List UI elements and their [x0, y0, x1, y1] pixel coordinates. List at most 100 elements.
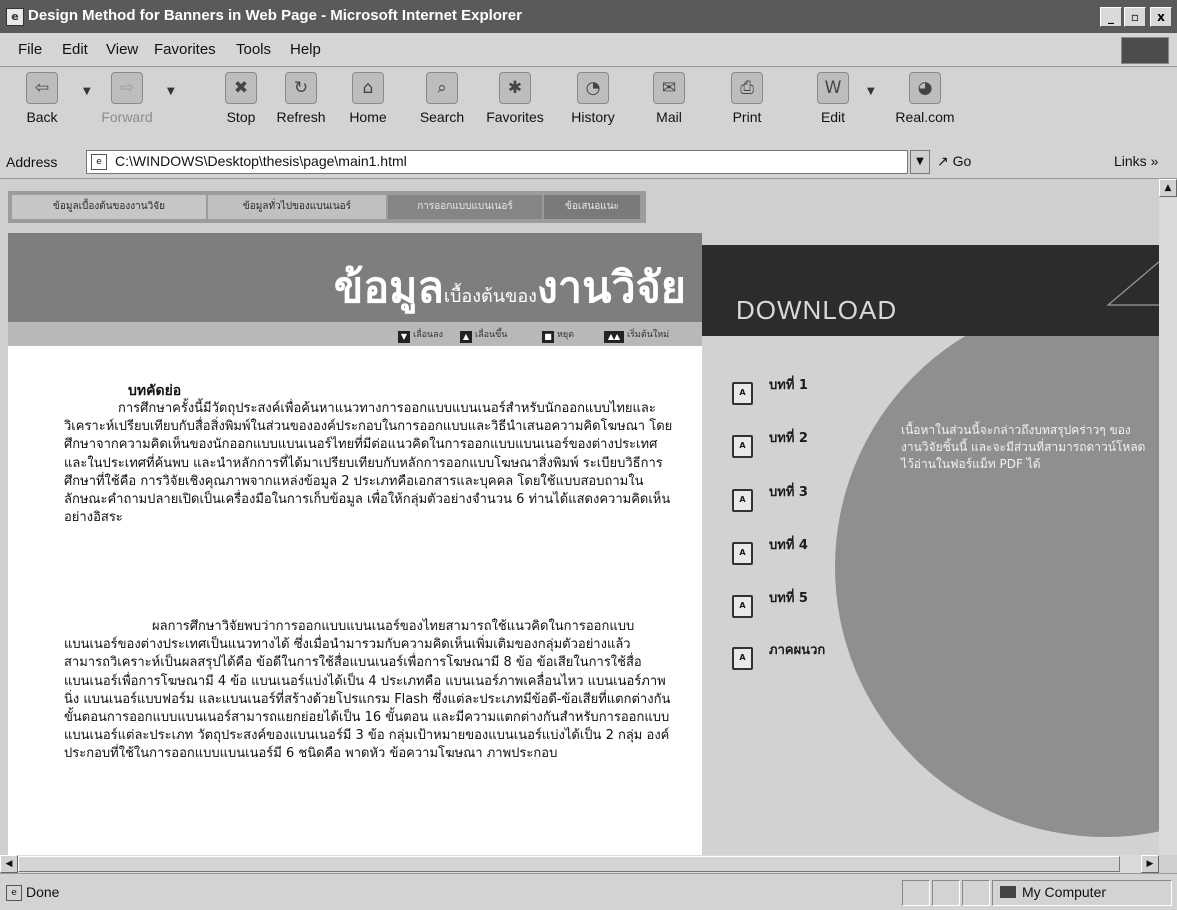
favorites-icon: ✱: [499, 72, 531, 104]
links-button[interactable]: Links »: [1114, 153, 1158, 169]
real-com-button[interactable]: ◕ Real.com: [880, 72, 970, 125]
vertical-scrollbar[interactable]: ▲: [1159, 179, 1177, 855]
abstract-paragraph-1: การศึกษาครั้งนี้มีวัตถุประสงค์เพื่อค้นหา…: [64, 401, 673, 526]
pdf-file-icon: A: [732, 542, 753, 565]
status-cell: [932, 880, 960, 906]
back-button[interactable]: ⇦ Back: [14, 72, 70, 125]
pdf-file-icon: A: [732, 595, 753, 618]
title-bar: e Design Method for Banners in Web Page …: [0, 0, 1177, 33]
scroll-controls: ▼ เลื่อนลง ▲ เลื่อนขึ้น ■ หยุด ▲▲ เริ่มต้นให…: [8, 322, 702, 346]
security-zone: My Computer: [1000, 884, 1106, 900]
double-up-arrow-icon: ▲▲: [604, 331, 624, 343]
forward-arrow-icon: ⇨: [111, 72, 143, 104]
pdf-file-icon: A: [732, 435, 753, 458]
abstract-heading: บทคัดย่อ: [128, 383, 182, 399]
close-button[interactable]: x: [1150, 7, 1172, 27]
download-chapter-4[interactable]: A บทที่ 4: [732, 534, 808, 565]
pdf-file-icon: A: [732, 382, 753, 405]
go-arrow-icon: ↗: [937, 153, 953, 169]
download-panel: DOWNLOAD A บทที่ 1 A บทที่ 2 A บทที่ 3 A บทท…: [702, 245, 1159, 855]
standard-toolbar: ⇦ Back ▼ ⇨ Forward ▼ ✖ Stop ↻ Refresh ⌂ …: [0, 67, 1177, 147]
edit-button[interactable]: W Edit: [808, 72, 858, 125]
stop-icon: ✖: [225, 72, 257, 104]
horizontal-scrollbar[interactable]: ◀ ▶: [0, 855, 1159, 873]
edit-icon: W: [817, 72, 849, 104]
download-appendix[interactable]: A ภาคผนวก: [732, 639, 825, 670]
search-button[interactable]: ⌕ Search: [404, 72, 480, 125]
mail-button[interactable]: ✉ Mail: [644, 72, 694, 125]
download-chapter-1[interactable]: A บทที่ 1: [732, 374, 808, 405]
page-icon: e: [91, 154, 107, 170]
menu-edit[interactable]: Edit: [62, 41, 88, 58]
scroll-restart-button[interactable]: ▲▲ เริ่มต้นใหม่: [604, 327, 669, 343]
menu-view[interactable]: View: [106, 41, 138, 58]
scroll-down-button[interactable]: ▼ เลื่อนลง: [398, 327, 443, 343]
banner-title: ข้อมูลเบื้องต้นของงานวิจัย: [333, 263, 686, 313]
scroll-up-button[interactable]: ▲ เลื่อนขึ้น: [460, 327, 507, 343]
address-bar: Address e C:\WINDOWS\Desktop\thesis\page…: [0, 146, 1177, 179]
down-arrow-icon: ▼: [398, 331, 410, 343]
print-button[interactable]: ⎙ Print: [722, 72, 772, 125]
pdf-file-icon: A: [732, 647, 753, 670]
up-arrow-icon: ▲: [460, 331, 472, 343]
download-chapter-3[interactable]: A บทที่ 3: [732, 481, 808, 512]
maximize-button[interactable]: ▫: [1124, 7, 1146, 27]
site-navigation: ข้อมูลเบื้องต้นของงานวิจัย ข้อมูลทั่วไปข…: [8, 191, 646, 223]
go-button[interactable]: ↗ Go: [937, 153, 971, 170]
page-viewport[interactable]: ข้อมูลเบื้องต้นของงานวิจัย ข้อมูลทั่วไปข…: [0, 179, 1159, 855]
favorites-button[interactable]: ✱ Favorites: [478, 72, 552, 125]
menu-bar: File Edit View Favorites Tools Help: [0, 33, 1177, 67]
menu-file[interactable]: File: [18, 41, 42, 58]
decorative-triangle-icon: [1106, 261, 1159, 306]
stop-square-icon: ■: [542, 331, 554, 343]
abstract-paragraph-2: ผลการศึกษาวิจัยพบว่าการออกแบบแบนเนอร์ของ…: [64, 619, 671, 762]
windows-logo-icon: [1121, 37, 1169, 64]
ie-app-icon[interactable]: e: [6, 8, 24, 26]
download-chapter-2[interactable]: A บทที่ 2: [732, 427, 808, 458]
page-status-icon: e: [6, 885, 22, 901]
menu-help[interactable]: Help: [290, 41, 321, 58]
scroll-left-arrow-icon[interactable]: ◀: [0, 855, 18, 873]
decorative-circle: [835, 297, 1159, 837]
menu-tools[interactable]: Tools: [236, 41, 271, 58]
real-com-icon: ◕: [909, 72, 941, 104]
address-label: Address: [6, 154, 58, 170]
computer-icon: [1000, 886, 1016, 898]
nav-tab-banner-info[interactable]: ข้อมูลทั่วไปของแบนเนอร์: [208, 195, 386, 219]
download-chapter-5[interactable]: A บทที่ 5: [732, 587, 808, 618]
nav-tab-suggestions[interactable]: ข้อเสนอแนะ: [544, 195, 640, 219]
scroll-stop-button[interactable]: ■ หยุด: [542, 327, 574, 343]
window-title: Design Method for Banners in Web Page - …: [28, 7, 522, 24]
abstract-panel: บทคัดย่อ การศึกษาครั้งนี้มีวัตถุประสงค์เ…: [8, 346, 702, 855]
browser-window: e Design Method for Banners in Web Page …: [0, 0, 1177, 910]
minimize-button[interactable]: _: [1100, 7, 1122, 27]
menu-favorites[interactable]: Favorites: [154, 41, 216, 58]
address-url: C:\WINDOWS\Desktop\thesis\page\main1.htm…: [115, 153, 407, 169]
home-button[interactable]: ⌂ Home: [340, 72, 396, 125]
stop-button[interactable]: ✖ Stop: [216, 72, 266, 125]
page-banner: ข้อมูลเบื้องต้นของงานวิจัย: [8, 233, 702, 322]
forward-button[interactable]: ⇨ Forward: [94, 72, 160, 125]
pdf-file-icon: A: [732, 489, 753, 512]
status-cell: [902, 880, 930, 906]
history-button[interactable]: ◔ History: [560, 72, 626, 125]
status-text: Done: [26, 884, 60, 900]
mail-icon: ✉: [653, 72, 685, 104]
nav-tab-research-info[interactable]: ข้อมูลเบื้องต้นของงานวิจัย: [12, 195, 206, 219]
back-arrow-icon: ⇦: [26, 72, 58, 104]
nav-tab-banner-design[interactable]: การออกแบบแบนเนอร์: [388, 195, 542, 219]
refresh-icon: ↻: [285, 72, 317, 104]
scroll-right-arrow-icon[interactable]: ▶: [1141, 855, 1159, 873]
scrollbar-corner: [1159, 855, 1177, 873]
home-icon: ⌂: [352, 72, 384, 104]
download-title: DOWNLOAD: [736, 295, 898, 325]
horizontal-scroll-thumb[interactable]: [18, 856, 1120, 872]
address-dropdown-button[interactable]: ▼: [910, 150, 930, 174]
download-description: เนื้อหาในส่วนนี้จะกล่าวถึงบทสรุปคร่าวๆ ข…: [901, 423, 1146, 471]
refresh-button[interactable]: ↻ Refresh: [268, 72, 334, 125]
status-bar: e Done My Computer: [0, 873, 1177, 910]
search-icon: ⌕: [426, 72, 458, 104]
history-icon: ◔: [577, 72, 609, 104]
scroll-up-arrow-icon[interactable]: ▲: [1159, 179, 1177, 197]
address-field[interactable]: e C:\WINDOWS\Desktop\thesis\page\main1.h…: [86, 150, 908, 174]
